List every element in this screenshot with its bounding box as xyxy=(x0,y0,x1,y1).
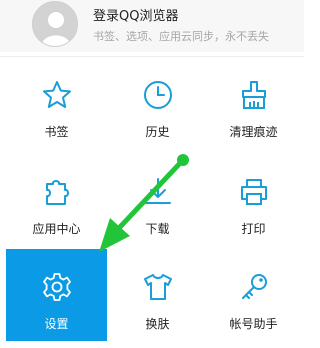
menu-item-history[interactable]: 历史 xyxy=(107,57,208,154)
clock-icon xyxy=(143,81,172,109)
menu-item-print[interactable]: 打印 xyxy=(203,154,304,251)
menu-item-label: 下载 xyxy=(145,222,170,236)
menu-grid: 书签 历史 清理痕迹 应用中心 下载 打印 设置 换肤 帐号助手 xyxy=(0,57,304,348)
menu-item-settings[interactable]: 设置 xyxy=(6,249,107,341)
avatar-person-icon xyxy=(33,2,77,46)
menu-item-label: 帐号助手 xyxy=(229,317,278,331)
shirt-icon xyxy=(143,274,172,300)
menu-item-app-center[interactable]: 应用中心 xyxy=(6,154,107,251)
gear-icon xyxy=(42,273,71,301)
menu-item-skin[interactable]: 换肤 xyxy=(107,249,208,346)
broom-icon xyxy=(241,81,266,109)
menu-item-clear-traces[interactable]: 清理痕迹 xyxy=(203,57,304,154)
menu-item-label: 换肤 xyxy=(145,317,170,331)
printer-icon xyxy=(240,179,267,205)
key-icon xyxy=(241,274,267,299)
avatar[interactable] xyxy=(32,1,78,47)
menu-item-download[interactable]: 下载 xyxy=(107,154,208,251)
puzzle-icon xyxy=(45,180,69,205)
star-icon xyxy=(42,81,71,108)
menu-item-label: 应用中心 xyxy=(32,222,81,236)
menu-item-account-assistant[interactable]: 帐号助手 xyxy=(203,249,304,346)
menu-item-label: 清理痕迹 xyxy=(229,125,278,139)
login-title[interactable]: 登录QQ浏览器 xyxy=(93,5,178,24)
menu-item-label: 历史 xyxy=(145,125,170,139)
menu-item-label: 打印 xyxy=(241,222,266,236)
login-subtitle: 书签、选项、应用云同步，永不丢失 xyxy=(93,30,269,43)
menu-item-bookmarks[interactable]: 书签 xyxy=(6,57,107,154)
login-header[interactable]: 登录QQ浏览器 书签、选项、应用云同步，永不丢失 xyxy=(0,0,304,52)
download-icon xyxy=(144,178,171,204)
menu-item-label: 书签 xyxy=(44,125,69,139)
menu-item-label: 设置 xyxy=(44,317,69,331)
